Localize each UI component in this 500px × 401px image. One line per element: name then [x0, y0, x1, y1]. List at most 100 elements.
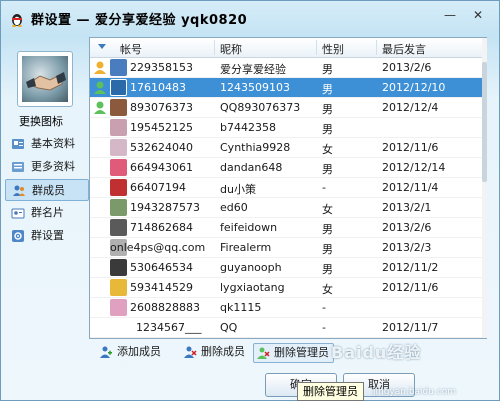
- cell-nickname: ed60: [220, 201, 248, 214]
- cell-last-speak: 2012/12/10: [382, 81, 446, 94]
- minimize-button[interactable]: —: [439, 6, 461, 24]
- cell-gender: 男: [322, 263, 333, 276]
- cell-account: 893076373: [130, 101, 193, 114]
- members-icon: [13, 185, 25, 196]
- table-row[interactable]: 1234567___ QQ - 2012/11/7: [90, 318, 482, 338]
- add-member-icon: [100, 346, 112, 358]
- column-header-nickname[interactable]: 昵称: [220, 41, 242, 57]
- cell-last-speak: 2012/11/6: [382, 141, 439, 154]
- cell-nickname: dandan648: [220, 161, 283, 174]
- cell-account: 17610483: [130, 81, 186, 94]
- cell-account: 714862684: [130, 221, 193, 234]
- avatar: [110, 99, 127, 116]
- cell-account: onle4ps@qq.com: [110, 241, 206, 254]
- sidebar-item-basic-info[interactable]: 基本资料: [5, 133, 89, 155]
- avatar: [110, 259, 127, 276]
- cell-last-speak: 2013/2/3: [382, 241, 432, 254]
- table-row[interactable]: 229358153 爱分享爱经验 男 2013/2/6: [90, 58, 482, 78]
- cell-gender: 男: [322, 83, 333, 96]
- cell-account: 532624040: [130, 141, 193, 154]
- sidebar-item-group-settings[interactable]: 群设置: [5, 225, 89, 247]
- sidebar: 更换图标 基本资料 更多资料 群成员 群名片 群设置: [5, 41, 89, 361]
- table-row-selected[interactable]: 17610483 1243509103 男 2012/12/10: [90, 78, 482, 98]
- sidebar-item-name-card[interactable]: 群名片: [5, 202, 89, 224]
- add-member-label: 添加成员: [117, 345, 161, 358]
- cell-last-speak: 2012/12/4: [382, 101, 439, 114]
- cell-account: 664943061: [130, 161, 193, 174]
- table-row[interactable]: 1943287573 ed60 女 2013/2/1: [90, 198, 482, 218]
- sort-down-icon[interactable]: [98, 44, 106, 49]
- table-row[interactable]: 532624040 Cynthia9928 女 2012/11/6: [90, 138, 482, 158]
- table-row[interactable]: 2608828883 qk1115 -: [90, 298, 482, 318]
- column-header-last-speak[interactable]: 最后发言: [382, 41, 426, 57]
- avatar: [110, 119, 127, 136]
- cell-nickname: QQ: [220, 321, 238, 334]
- sidebar-item-members[interactable]: 群成员: [5, 179, 89, 201]
- change-icon-link[interactable]: 更换图标: [19, 113, 63, 129]
- column-header-gender[interactable]: 性别: [322, 41, 344, 57]
- table-row[interactable]: 66407194 du小策 - 2012/11/4: [90, 178, 482, 198]
- table-row[interactable]: 714862684 feifeidown 男 2013/2/6: [90, 218, 482, 238]
- cell-last-speak: 2013/2/1: [382, 201, 432, 214]
- close-button[interactable]: ✕: [467, 6, 489, 24]
- cell-gender: 女: [322, 283, 333, 296]
- cell-nickname: feifeidown: [220, 221, 278, 234]
- table-row[interactable]: 593414529 lygxiaotang 女 2012/11/6: [90, 278, 482, 298]
- scroll-thumb[interactable]: [482, 62, 487, 182]
- cell-gender: -: [322, 181, 326, 194]
- cell-account: 530646534: [130, 261, 193, 274]
- table-row[interactable]: 664943061 dandan648 男 2012/12/14: [90, 158, 482, 178]
- member-list-scrollbar[interactable]: [482, 38, 487, 338]
- sidebar-item-more-info[interactable]: 更多资料: [5, 156, 89, 178]
- cell-gender: 男: [322, 123, 333, 136]
- cell-last-speak: 2013/2/6: [382, 61, 432, 74]
- cell-gender: -: [322, 301, 326, 314]
- avatar: [110, 139, 127, 156]
- cell-account: 1234567___: [136, 321, 202, 334]
- cell-account: 66407194: [130, 181, 186, 194]
- cell-nickname: QQ893076373: [220, 101, 301, 114]
- window-title: 群设置 — 爱分享爱经验 yqk0820: [31, 13, 248, 28]
- cell-nickname: lygxiaotang: [220, 281, 285, 294]
- admin-icon: [94, 81, 106, 94]
- cell-gender: 男: [322, 103, 333, 116]
- group-avatar[interactable]: [17, 51, 73, 107]
- cell-last-speak: 2012/11/7: [382, 321, 439, 334]
- cell-nickname: guyanooph: [220, 261, 282, 274]
- cell-account: 593414529: [130, 281, 193, 294]
- cell-account: 195452125: [130, 121, 193, 134]
- remove-admin-button[interactable]: 删除管理员: [253, 343, 334, 363]
- title-bar[interactable]: 群设置 — 爱分享爱经验 yqk0820 — ✕: [1, 1, 499, 37]
- avatar: [110, 219, 127, 236]
- table-row[interactable]: 195452125 b7442358 男: [90, 118, 482, 138]
- handshake-image: [22, 56, 68, 102]
- table-row[interactable]: 893076373 QQ893076373 男 2012/12/4: [90, 98, 482, 118]
- column-divider[interactable]: [316, 40, 317, 55]
- avatar: [110, 79, 127, 96]
- avatar: [110, 159, 127, 176]
- remove-admin-icon: [257, 347, 270, 359]
- cell-nickname: du小策: [220, 183, 256, 196]
- profile-card-icon: [12, 139, 24, 149]
- add-member-button[interactable]: 添加成员: [97, 343, 161, 361]
- column-divider[interactable]: [214, 40, 215, 55]
- member-list-panel: 帐号 昵称 性别 最后发言 229358153 爱分享爱经验 男 2013/2/…: [89, 37, 487, 339]
- table-row[interactable]: onle4ps@qq.com Firealerm 男 2013/2/3: [90, 238, 482, 258]
- column-header-account[interactable]: 帐号: [120, 41, 142, 57]
- sidebar-item-label: 基本资料: [31, 137, 75, 150]
- settings-icon: [12, 230, 24, 242]
- owner-icon: [94, 61, 106, 74]
- cell-last-speak: 2012/11/2: [382, 261, 439, 274]
- column-divider[interactable]: [376, 40, 377, 55]
- cell-account: 2608828883: [130, 301, 200, 314]
- remove-member-button[interactable]: 删除成员: [181, 343, 245, 361]
- sidebar-item-label: 群名片: [31, 206, 64, 219]
- table-header: 帐号 昵称 性别 最后发言: [90, 38, 482, 58]
- cell-gender: 男: [322, 223, 333, 236]
- cell-nickname: Firealerm: [220, 241, 272, 254]
- watermark-url: jingyan.baidu.com: [373, 387, 457, 397]
- cell-nickname: qk1115: [220, 301, 262, 314]
- avatar: [110, 179, 127, 196]
- table-row[interactable]: 530646534 guyanooph 男 2012/11/2: [90, 258, 482, 278]
- qq-penguin-icon: [12, 14, 22, 27]
